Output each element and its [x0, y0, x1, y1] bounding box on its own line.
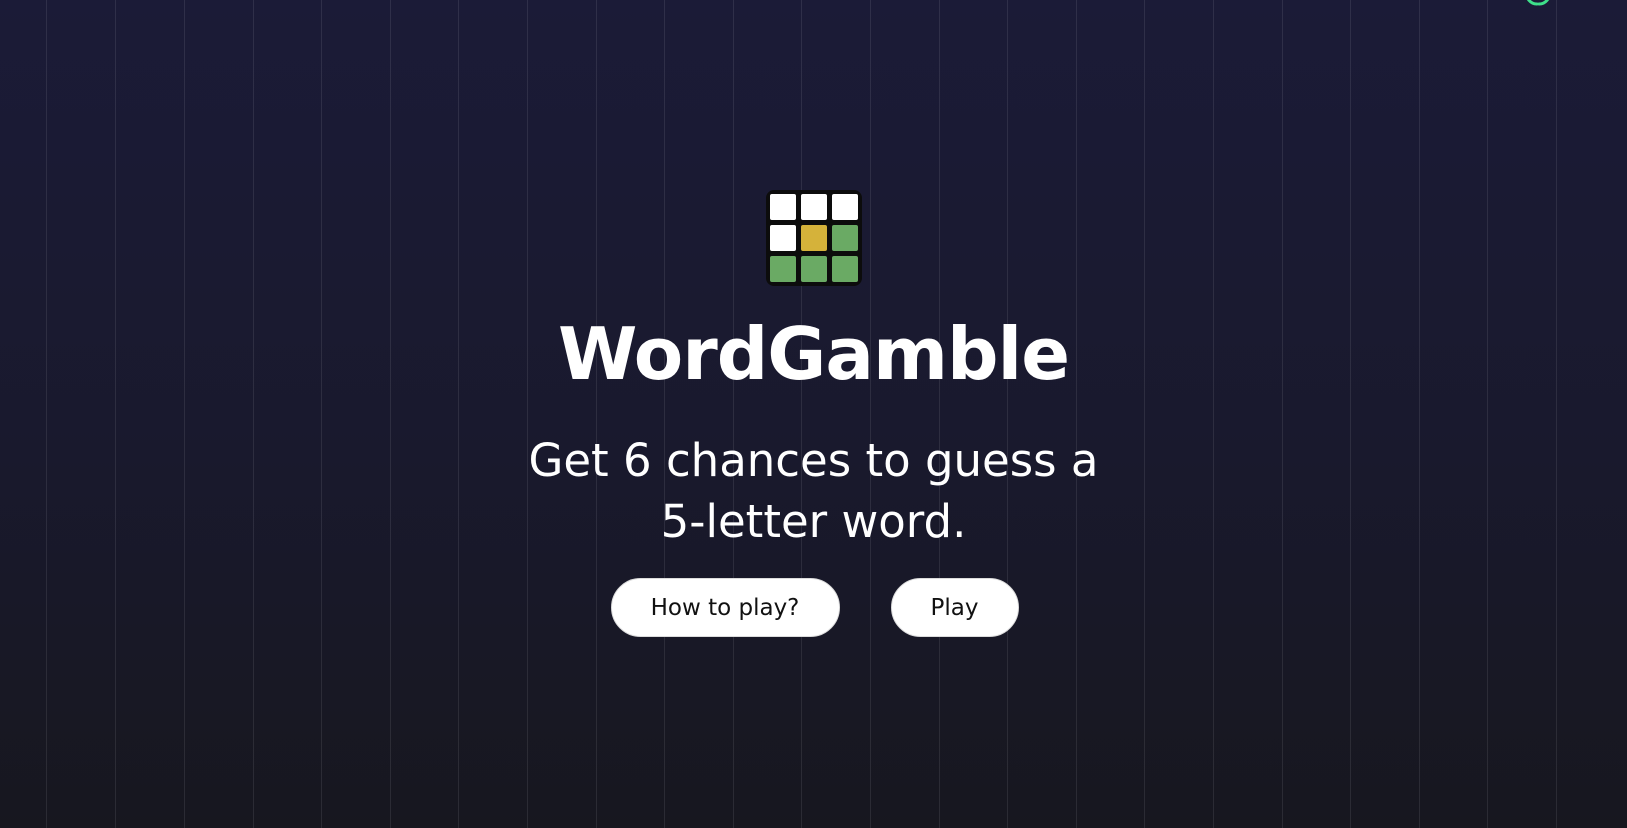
tagline: Get 6 chances to guess a 5-letter word.	[528, 434, 1099, 548]
logo-tile	[831, 225, 858, 251]
action-buttons: How to play? Play	[609, 578, 1019, 637]
logo-tile	[769, 256, 796, 282]
app-title: WordGamble	[557, 312, 1070, 396]
logo-tile	[800, 194, 827, 220]
hero-section: WordGamble Get 6 chances to guess a 5-le…	[0, 190, 1627, 637]
logo-tile	[831, 194, 858, 220]
logo-tile	[769, 225, 796, 251]
logo-tile	[800, 256, 827, 282]
how-to-play-button[interactable]: How to play?	[610, 578, 840, 637]
logo-tile	[769, 194, 796, 220]
play-button[interactable]: Play	[890, 578, 1019, 637]
spinner-icon	[1526, 0, 1550, 6]
logo-tile	[800, 225, 827, 251]
wordgamble-logo	[765, 190, 862, 286]
logo-tile	[831, 256, 858, 282]
